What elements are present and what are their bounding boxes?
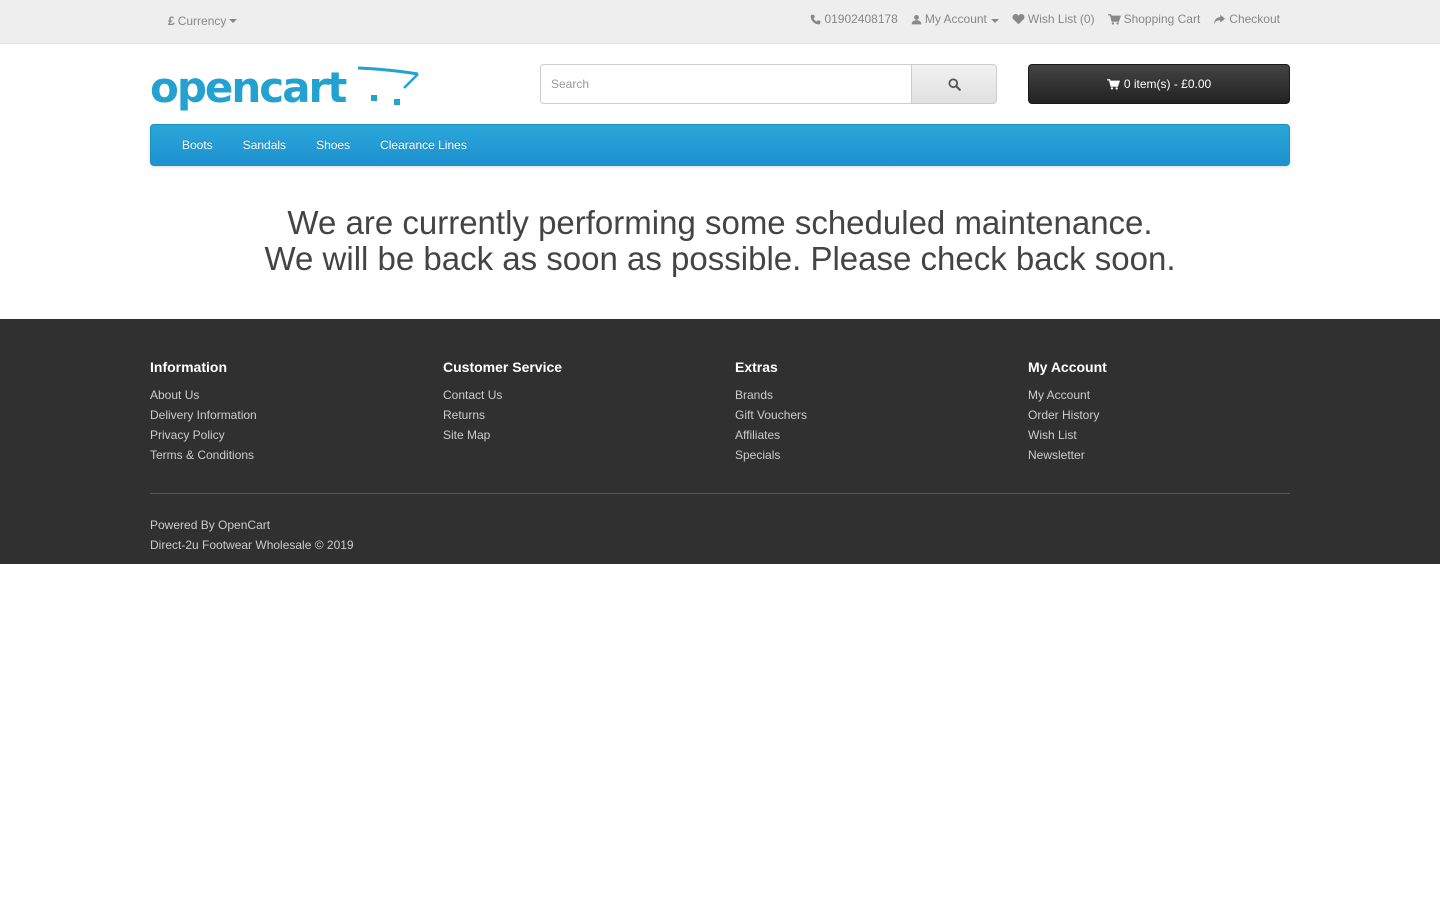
footer-link-privacy-policy[interactable]: Privacy Policy (150, 425, 257, 445)
cart-icon (1107, 78, 1120, 90)
footer-column-extras: Extras Brands Gift Vouchers Affiliates S… (735, 359, 807, 465)
caret-down-icon (229, 19, 238, 23)
logo-graphic: opencart (150, 63, 419, 112)
checkout-label: Checkout (1229, 12, 1280, 26)
maintenance-line-2: We will be back as soon as possible. Ple… (264, 240, 1176, 277)
menu-item-clearance-lines[interactable]: Clearance Lines (365, 138, 482, 152)
checkout-link[interactable]: Checkout (1213, 12, 1280, 26)
powered-prefix: Powered By (150, 518, 219, 532)
top-bar: £ Currency 01902408178 My Account Wish L… (0, 0, 1440, 44)
footer-link-terms-conditions[interactable]: Terms & Conditions (150, 445, 257, 465)
phone-number: 01902408178 (824, 12, 898, 26)
footer-link-delivery-information[interactable]: Delivery Information (150, 405, 257, 425)
footer-column-my-account: My Account My Account Order History Wish… (1028, 359, 1107, 465)
copyright: Direct-2u Footwear Wholesale © 2019 (150, 538, 354, 552)
search-icon (947, 77, 961, 91)
maintenance-message: We are currently performing some schedul… (0, 205, 1440, 277)
caret-down-icon (990, 18, 999, 23)
footer-link-returns[interactable]: Returns (443, 405, 562, 425)
footer-heading: Information (150, 359, 227, 375)
main-menu: Boots Sandals Shoes Clearance Lines (150, 124, 1290, 166)
shopping-cart-link[interactable]: Shopping Cart (1107, 12, 1201, 26)
footer-heading: My Account (1028, 359, 1107, 375)
phone-icon (811, 14, 821, 24)
currency-dropdown[interactable]: £ Currency (168, 14, 238, 28)
user-icon (911, 14, 922, 24)
my-account-label: My Account (924, 12, 987, 26)
footer-link-gift-vouchers[interactable]: Gift Vouchers (735, 405, 807, 425)
cart-button[interactable]: 0 item(s) - £0.00 (1028, 64, 1290, 104)
wish-list-link[interactable]: Wish List (0) (1012, 12, 1095, 26)
footer-link-wish-list[interactable]: Wish List (1028, 425, 1107, 445)
top-links: 01902408178 My Account Wish List (0) Sho… (797, 12, 1280, 26)
heart-icon (1012, 14, 1025, 25)
currency-symbol: £ (168, 14, 175, 28)
footer-link-affiliates[interactable]: Affiliates (735, 425, 807, 445)
shopping-cart-label: Shopping Cart (1123, 12, 1201, 26)
phone-link[interactable]: 01902408178 (810, 12, 898, 26)
menu-item-sandals[interactable]: Sandals (228, 138, 301, 152)
menu-item-boots[interactable]: Boots (167, 138, 228, 152)
footer: Information About Us Delivery Informatio… (0, 319, 1440, 564)
footer-link-specials[interactable]: Specials (735, 445, 807, 465)
footer-link-order-history[interactable]: Order History (1028, 405, 1107, 425)
footer-link-newsletter[interactable]: Newsletter (1028, 445, 1107, 465)
opencart-logo[interactable]: opencart (150, 63, 420, 119)
my-account-dropdown[interactable]: My Account (911, 12, 999, 26)
powered-by: Powered By OpenCart Direct-2u Footwear W… (150, 515, 354, 555)
wish-list-label: Wish List (0) (1027, 12, 1095, 26)
footer-link-about-us[interactable]: About Us (150, 385, 257, 405)
menu-item-shoes[interactable]: Shoes (301, 138, 365, 152)
search-button[interactable] (912, 64, 997, 104)
footer-divider (150, 493, 1290, 494)
cart-total: 0 item(s) - £0.00 (1123, 77, 1212, 91)
footer-link-contact-us[interactable]: Contact Us (443, 385, 562, 405)
opencart-link[interactable]: OpenCart (218, 518, 270, 532)
footer-link-brands[interactable]: Brands (735, 385, 807, 405)
share-icon (1214, 14, 1226, 24)
currency-label: Currency (177, 14, 227, 28)
footer-link-my-account[interactable]: My Account (1028, 385, 1107, 405)
footer-column-information: Information About Us Delivery Informatio… (150, 359, 257, 465)
logo-text: opencart (150, 64, 347, 112)
footer-heading: Extras (735, 359, 778, 375)
search-bar (540, 64, 997, 104)
maintenance-line-1: We are currently performing some schedul… (287, 204, 1153, 241)
cart-icon (1107, 13, 1121, 25)
search-input[interactable] (540, 64, 912, 104)
footer-link-site-map[interactable]: Site Map (443, 425, 562, 445)
footer-column-customer-service: Customer Service Contact Us Returns Site… (443, 359, 562, 445)
footer-heading: Customer Service (443, 359, 563, 375)
